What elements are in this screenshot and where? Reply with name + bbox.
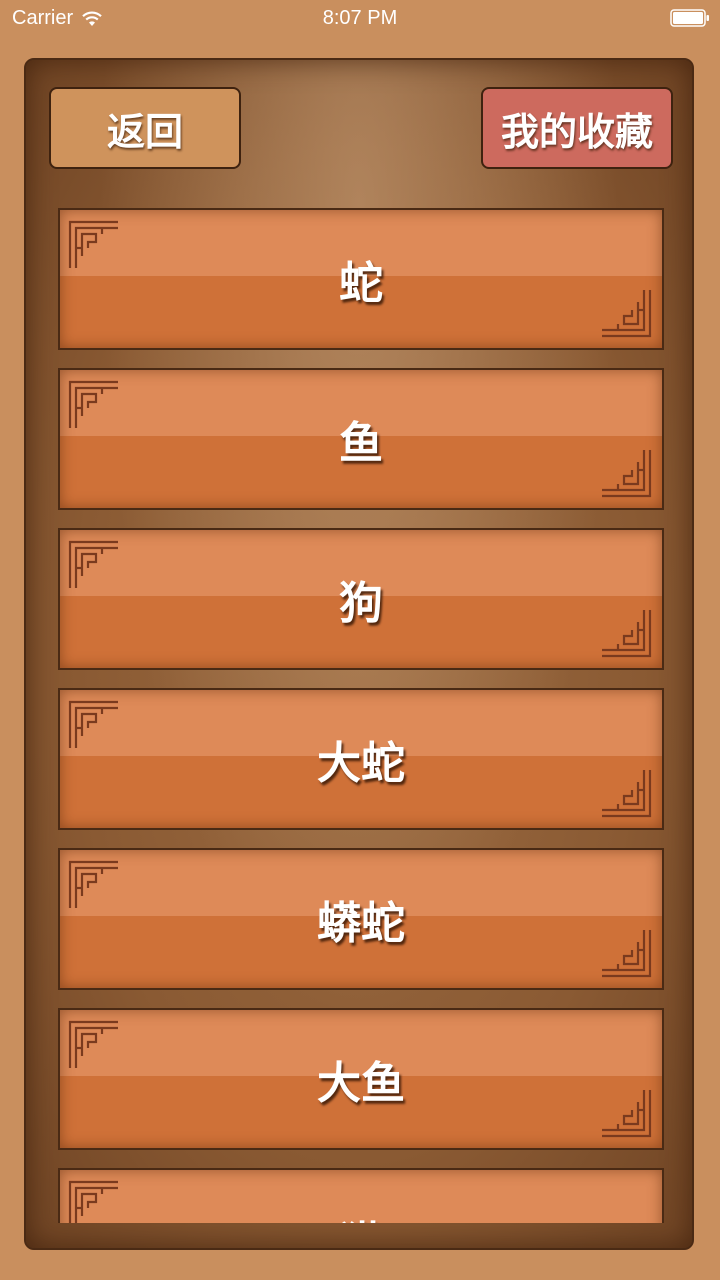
corner-ornament-icon xyxy=(602,290,652,338)
status-bar: Carrier 8:07 PM xyxy=(0,0,720,38)
favorites-button[interactable]: 我的收藏 xyxy=(481,87,673,169)
item-label: 蛇 xyxy=(339,258,383,309)
item-label: 蟒蛇 xyxy=(317,898,405,949)
item-label: 狗 xyxy=(339,578,383,629)
item-label: 鱼 xyxy=(339,418,383,469)
item-label: 大鱼 xyxy=(317,1058,405,1109)
corner-ornament-icon xyxy=(602,770,652,818)
back-button[interactable]: 返回 xyxy=(49,87,241,169)
item-label: 猫 xyxy=(60,1170,662,1223)
list-item[interactable]: 狗 xyxy=(58,528,664,670)
list-item[interactable]: 大蛇 xyxy=(58,688,664,830)
battery-icon xyxy=(670,9,709,27)
corner-ornament-icon xyxy=(602,610,652,658)
list-item[interactable]: 蛇 xyxy=(58,208,664,350)
list-item[interactable]: 鱼 xyxy=(58,368,664,510)
list-item[interactable]: 猫 xyxy=(58,1168,664,1223)
item-list[interactable]: 蛇 鱼 狗 大蛇 蟒蛇 大鱼 xyxy=(58,208,664,1223)
corner-ornament-icon xyxy=(602,930,652,978)
corner-ornament-icon xyxy=(602,1090,652,1138)
status-time: 8:07 PM xyxy=(322,7,398,29)
main-panel: 返回 我的收藏 蛇 鱼 狗 大蛇 蟒蛇 大鱼 xyxy=(24,58,694,1250)
list-item[interactable]: 蟒蛇 xyxy=(58,848,664,990)
item-label: 大蛇 xyxy=(317,738,405,789)
list-item[interactable]: 大鱼 xyxy=(58,1008,664,1150)
corner-ornament-icon xyxy=(602,450,652,498)
